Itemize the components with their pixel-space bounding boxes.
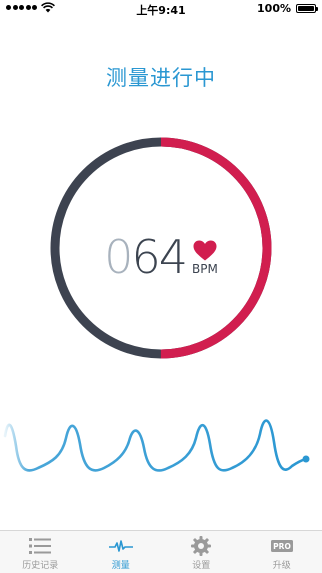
battery-icon: [296, 4, 316, 13]
tab-history-label: 历史记录: [22, 558, 58, 571]
pro-badge-icon: PRO: [271, 540, 293, 552]
tab-measure[interactable]: 测量: [81, 531, 162, 573]
bpm-unit: BPM: [192, 262, 218, 276]
tab-settings[interactable]: 设置: [161, 531, 242, 573]
heart-icon: [193, 240, 217, 261]
pulse-icon: [109, 538, 133, 554]
bpm-leading-digit: 0: [104, 230, 131, 284]
list-icon: [29, 537, 51, 555]
waveform-cursor-dot: [303, 456, 310, 463]
tab-upgrade-label: 升级: [273, 558, 291, 571]
battery-percentage: 100%: [257, 2, 291, 15]
tab-upgrade[interactable]: PRO 升级: [242, 531, 322, 573]
page-title: 测量进行中: [0, 62, 322, 92]
pulse-waveform: [0, 408, 322, 480]
tab-bar: 历史记录 测量 设置: [0, 530, 322, 573]
bpm-value: 064: [104, 232, 186, 282]
tab-settings-label: 设置: [192, 558, 210, 571]
waveform-line: [5, 421, 306, 471]
heart-rate-readout: 064 BPM: [0, 222, 322, 282]
status-bar: 上午9:41 100%: [0, 0, 322, 18]
bpm-digits: 64: [131, 230, 186, 284]
svg-text:PRO: PRO: [273, 542, 291, 551]
tab-history[interactable]: 历史记录: [0, 531, 81, 573]
gear-icon: [191, 536, 211, 556]
bpm-side: BPM: [192, 240, 218, 276]
tab-measure-label: 测量: [112, 558, 130, 571]
